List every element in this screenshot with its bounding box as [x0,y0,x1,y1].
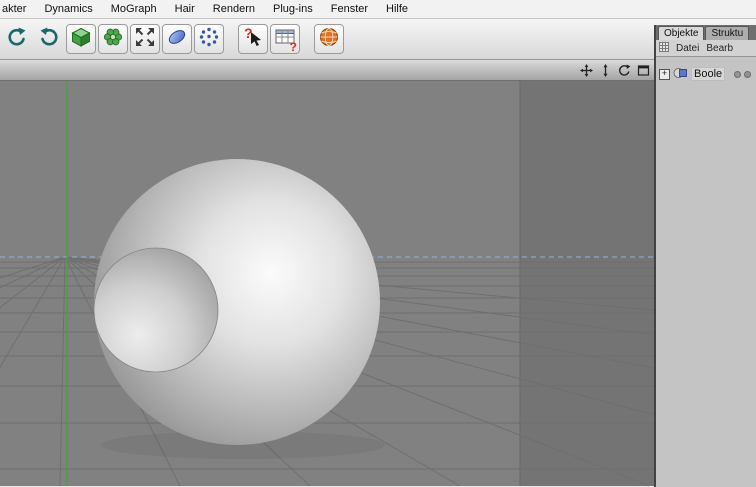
undo-button[interactable] [2,24,32,54]
expand-toggle[interactable]: + [659,68,670,80]
point-cloud-icon [197,25,221,54]
cube-icon [69,25,93,54]
flower-icon [101,25,125,54]
object-tree: + Boole [656,57,756,83]
viewport-header [0,60,656,81]
object-name-boole[interactable]: Boole [691,67,726,81]
viewport-dolly-control[interactable] [598,63,613,78]
menu-bar: akter Dynamics MoGraph Hair Rendern Plug… [0,0,756,19]
undo-icon [5,25,29,54]
context-help-button[interactable]: ? [238,24,268,54]
menu-item-dynamics[interactable]: Dynamics [35,3,101,15]
toolbar-separator [302,24,314,54]
toolbar-separator [226,24,238,54]
menu-item-hilfe[interactable]: Hilfe [377,3,417,15]
panel-menu-bearbeiten[interactable]: Bearb [706,43,733,54]
menu-item-charakter[interactable]: akter [0,3,35,15]
panel-grid-icon [659,41,669,55]
redo-button[interactable] [34,24,64,54]
viewport-rotate-control[interactable] [617,63,632,78]
tab-struktur[interactable]: Struktu [705,26,750,40]
viewport-panel [0,60,656,487]
object-manager-panel: Objekte Struktu Datei Bearb + Boole [654,25,756,487]
point-cloud-button[interactable] [194,24,224,54]
panel-menu-bar: Datei Bearb [656,40,756,57]
menu-item-rendern[interactable]: Rendern [204,3,264,15]
object-row-boole: + Boole [656,65,756,83]
tab-objekte[interactable]: Objekte [658,26,705,40]
cursor-arrow-icon [250,32,263,51]
cinema4d-window: akter Dynamics MoGraph Hair Rendern Plug… [0,0,756,487]
browser-question-glyph: ? [289,40,297,54]
menu-item-mograph[interactable]: MoGraph [102,3,166,15]
online-updater-button[interactable] [314,24,344,54]
render-visibility-dot[interactable] [744,70,751,78]
wall-band [520,81,656,486]
expand-arrows-icon [133,25,157,54]
menu-item-fenster[interactable]: Fenster [322,3,377,15]
content-browser-button[interactable]: ? [270,24,300,54]
redo-icon [37,25,61,54]
viewport-pan-control[interactable] [579,63,594,78]
boole-object-icon [673,66,688,83]
visibility-dots [734,70,756,78]
menu-item-hair[interactable]: Hair [166,3,204,15]
viewport-canvas[interactable] [0,81,656,486]
panel-tab-bar: Objekte Struktu [656,25,756,40]
panel-menu-datei[interactable]: Datei [676,43,699,54]
cube-primitive-button[interactable] [66,24,96,54]
menu-item-plugins[interactable]: Plug-ins [264,3,322,15]
editor-visibility-dot[interactable] [734,70,741,78]
globe-icon [317,25,341,54]
viewport-maximize-control[interactable] [636,63,651,78]
toolbar: ? ? [0,19,756,60]
mograph-flower-button[interactable] [98,24,128,54]
spline-pen-button[interactable] [162,24,192,54]
spline-pen-icon [165,25,189,54]
boole-cut-cavity[interactable] [94,247,219,373]
expand-arrows-button[interactable] [130,24,160,54]
